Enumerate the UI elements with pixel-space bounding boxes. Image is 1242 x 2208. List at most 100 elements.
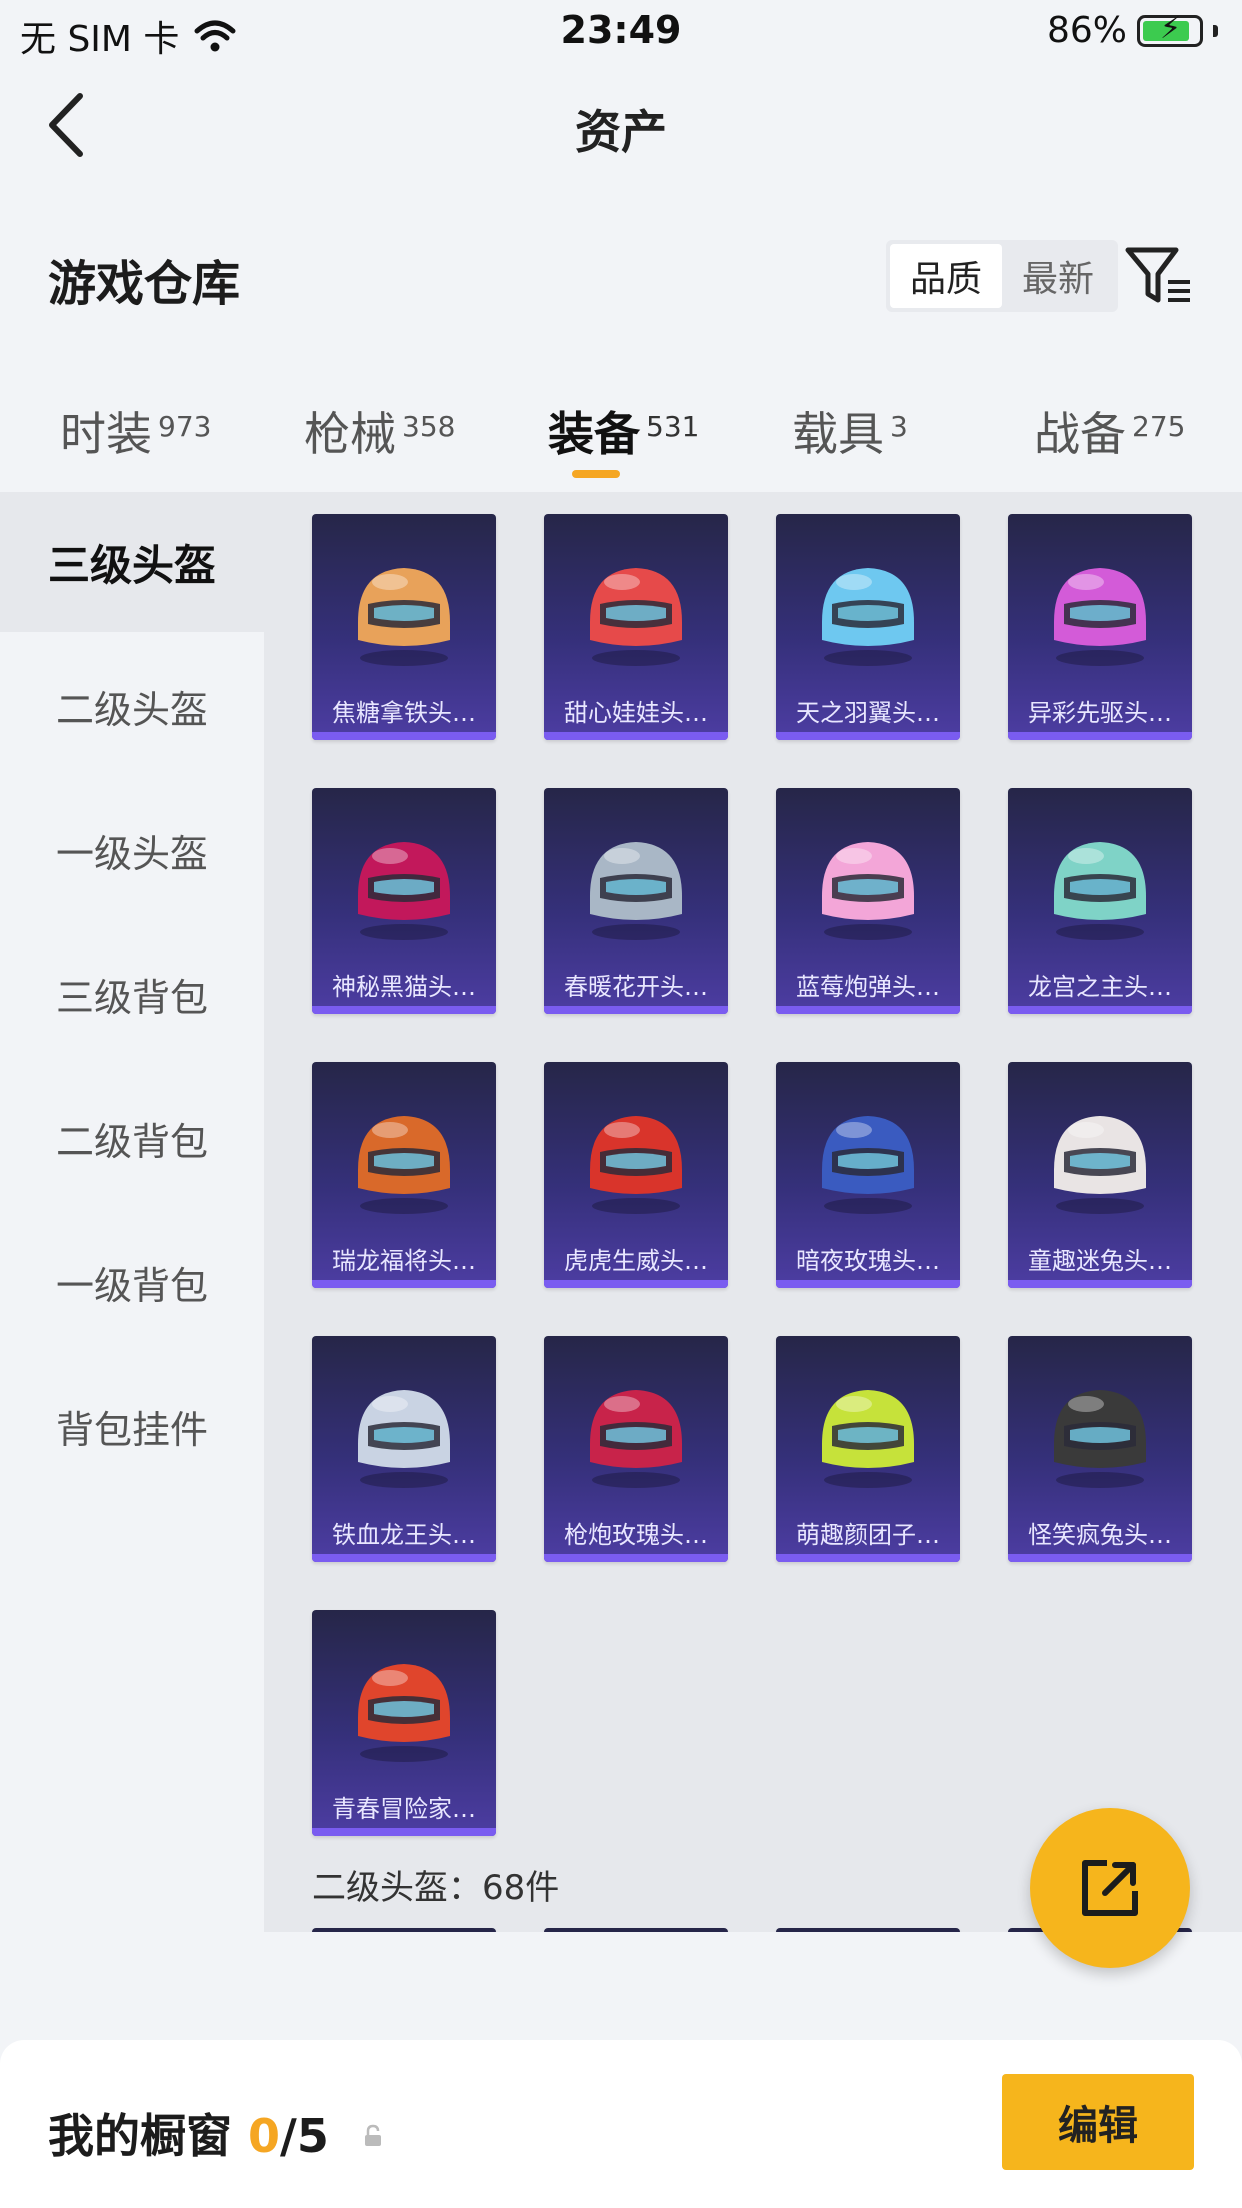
item-card[interactable]: 暗夜玫瑰头… [776, 1062, 960, 1288]
sort-toggle: 品质 最新 [886, 240, 1119, 312]
edit-button[interactable]: 编辑 [1002, 2074, 1194, 2170]
item-card[interactable]: 蓝莓炮弹头… [776, 788, 960, 1014]
nav-bar: 资产 [0, 62, 1242, 190]
item-card[interactable]: 青春冒险家… [312, 1610, 496, 1836]
helmet-icon [590, 842, 682, 940]
item-card[interactable]: 枪炮玫瑰头… [544, 1336, 728, 1562]
section-label-level2: 二级头盔：68件 [312, 1868, 560, 1908]
quality-bar [1008, 1006, 1192, 1014]
item-name: 萌趣颜团子… [796, 1520, 940, 1549]
item-card[interactable]: 焦糖拿铁头… [312, 514, 496, 740]
item-name: 蓝莓炮弹头… [796, 972, 940, 1001]
item-grid: 二级头盔：68件 焦糖拿铁头… 甜心娃娃头… 天之羽翼头… 异彩先驱头… 神秘黑猫头… 春… [264, 492, 1242, 1932]
item-card[interactable]: 虎虎生威头… [544, 1062, 728, 1288]
category-tabs: 时装 973 枪械 358 装备 531 载具 3 战备 275 [0, 380, 1242, 490]
item-name: 春暖花开头… [564, 972, 708, 1001]
battery-icon: ⚡ [1137, 13, 1203, 47]
item-card[interactable]: 春暖花开头… [544, 788, 728, 1014]
showcase-total: /5 [280, 2109, 329, 2163]
item-card[interactable]: 童趣迷兔头… [1008, 1062, 1192, 1288]
sidebar-item-level3-backpack[interactable]: 三级背包 [0, 924, 264, 1064]
quality-bar [776, 1280, 960, 1288]
page-title: 资产 [575, 105, 667, 159]
quality-bar [544, 732, 728, 740]
quality-bar [544, 1280, 728, 1288]
item-card[interactable]: 瑞龙福将头… [312, 1062, 496, 1288]
tab-equipment[interactable]: 装备 531 [548, 398, 699, 464]
tab-supplies[interactable]: 战备 275 [1034, 398, 1185, 464]
sidebar-item-level2-helmet[interactable]: 二级头盔 [0, 636, 264, 776]
sort-newest-button[interactable]: 最新 [1002, 244, 1114, 308]
item-card-peek[interactable] [544, 1928, 728, 1932]
showcase-label: 我的橱窗 0 /5 [48, 2100, 385, 2166]
filter-icon[interactable] [1124, 244, 1194, 306]
item-name: 龙宫之主头… [1028, 972, 1172, 1001]
showcase-title: 我的橱窗 [48, 2109, 232, 2163]
quality-bar [312, 1006, 496, 1014]
helmet-icon [822, 568, 914, 666]
sidebar-item-level1-backpack[interactable]: 一级背包 [0, 1212, 264, 1352]
sort-quality-button[interactable]: 品质 [890, 244, 1003, 308]
quality-bar [312, 1554, 496, 1562]
item-card-peek[interactable] [312, 1928, 496, 1932]
item-name: 青春冒险家… [332, 1794, 476, 1823]
item-name: 瑞龙福将头… [332, 1246, 476, 1275]
item-card[interactable]: 萌趣颜团子… [776, 1336, 960, 1562]
sidebar-item-level2-backpack[interactable]: 二级背包 [0, 1068, 264, 1208]
helmet-icon [590, 1390, 682, 1488]
helmet-icon [1054, 1390, 1146, 1488]
item-card[interactable]: 异彩先驱头… [1008, 514, 1192, 740]
lock-icon [364, 2124, 381, 2146]
helmet-icon [358, 568, 450, 666]
sidebar-item-backpack-charm[interactable]: 背包挂件 [0, 1356, 264, 1496]
sidebar: 三级头盔 二级头盔 一级头盔 三级背包 二级背包 一级背包 背包挂件 [0, 492, 264, 1932]
helmet-icon [822, 1390, 914, 1488]
helmet-icon [1054, 842, 1146, 940]
warehouse-title: 游戏仓库 [48, 256, 241, 312]
helmet-icon [1054, 568, 1146, 666]
helmet-icon [822, 1116, 914, 1214]
tab-vehicles[interactable]: 载具 3 [792, 398, 908, 464]
item-name: 枪炮玫瑰头… [564, 1520, 708, 1549]
item-card[interactable]: 铁血龙王头… [312, 1336, 496, 1562]
helmet-icon [358, 1664, 450, 1762]
helmet-icon [358, 842, 450, 940]
helmet-icon [358, 1116, 450, 1214]
item-card[interactable]: 天之羽翼头… [776, 514, 960, 740]
helmet-icon [822, 842, 914, 940]
tab-guns[interactable]: 枪械 358 [304, 398, 455, 464]
showcase-bar: 我的橱窗 0 /5 编辑 [0, 2040, 1242, 2208]
showcase-current: 0 [248, 2109, 281, 2163]
quality-bar [312, 732, 496, 740]
battery-group: 86% ⚡ [1047, 10, 1218, 51]
sidebar-item-level1-helmet[interactable]: 一级头盔 [0, 780, 264, 920]
quality-bar [1008, 1280, 1192, 1288]
item-name: 甜心娃娃头… [564, 698, 708, 727]
item-name: 异彩先驱头… [1028, 698, 1172, 727]
item-name: 铁血龙王头… [332, 1520, 476, 1549]
item-name: 天之羽翼头… [796, 698, 940, 727]
item-card[interactable]: 神秘黑猫头… [312, 788, 496, 1014]
quality-bar [544, 1006, 728, 1014]
item-card[interactable]: 龙宫之主头… [1008, 788, 1192, 1014]
quality-bar [776, 1554, 960, 1562]
item-card[interactable]: 怪笑疯兔头… [1008, 1336, 1192, 1562]
quality-bar [776, 732, 960, 740]
sidebar-item-level3-helmet[interactable]: 三级头盔 [0, 492, 264, 632]
tab-indicator [572, 470, 620, 478]
helmet-icon [358, 1390, 450, 1488]
tab-fashion[interactable]: 时装 973 [60, 398, 211, 464]
helmet-icon [590, 1116, 682, 1214]
helmet-icon [590, 568, 682, 666]
quality-bar [544, 1554, 728, 1562]
quality-bar [312, 1828, 496, 1836]
battery-percent: 86% [1046, 10, 1127, 51]
quality-bar [776, 1006, 960, 1014]
item-name: 暗夜玫瑰头… [796, 1246, 940, 1275]
status-bar: 无 SIM 卡 23:49 86% ⚡ [0, 0, 1242, 62]
share-button[interactable] [1030, 1808, 1190, 1968]
helmet-icon [1054, 1116, 1146, 1214]
item-card[interactable]: 甜心娃娃头… [544, 514, 728, 740]
item-card-peek[interactable] [776, 1928, 960, 1932]
quality-bar [312, 1280, 496, 1288]
